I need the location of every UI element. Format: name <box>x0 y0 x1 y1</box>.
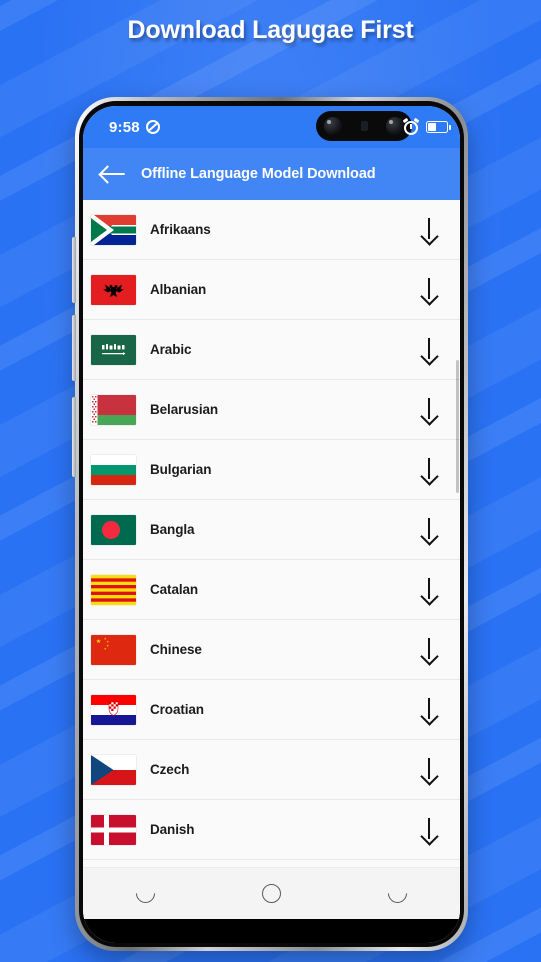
language-name: Czech <box>150 762 190 777</box>
language-row[interactable]: Bulgarian <box>83 440 460 500</box>
language-row[interactable]: Czech <box>83 740 460 800</box>
phone-side-button <box>72 315 76 381</box>
nav-home-button[interactable] <box>254 877 288 911</box>
app-bar: Offline Language Model Download <box>83 148 460 200</box>
scrollbar[interactable] <box>456 200 459 867</box>
page-title: Offline Language Model Download <box>141 166 376 182</box>
download-arrow-icon[interactable] <box>418 577 440 603</box>
download-arrow-icon[interactable] <box>418 817 440 843</box>
language-name: Chinese <box>150 642 202 657</box>
status-clock: 9:58 <box>109 118 140 136</box>
czech-republic-flag <box>91 754 136 785</box>
language-name: Arabic <box>150 342 192 357</box>
saudi-arabia-flag <box>91 334 136 365</box>
dual-punch-hole-camera <box>316 111 412 141</box>
language-row[interactable]: Danish <box>83 800 460 860</box>
camera-lens-icon <box>324 117 342 135</box>
denmark-flag <box>91 814 136 845</box>
download-arrow-icon[interactable] <box>418 337 440 363</box>
language-name: Albanian <box>150 282 207 297</box>
language-name: Catalan <box>150 582 199 597</box>
phone-power-button <box>72 397 76 477</box>
language-row[interactable]: Albanian <box>83 260 460 320</box>
phone-bezel: 9:58 Offline Language Model Download Afr… <box>79 101 464 947</box>
language-row[interactable]: Arabic <box>83 320 460 380</box>
china-flag <box>91 634 136 665</box>
phone-mockup: 9:58 Offline Language Model Download Afr… <box>72 97 468 951</box>
download-arrow-icon[interactable] <box>418 697 440 723</box>
language-row[interactable]: Afrikaans <box>83 200 460 260</box>
scrollbar-thumb[interactable] <box>456 360 459 494</box>
do-not-disturb-icon <box>145 120 160 134</box>
nav-back-button[interactable] <box>380 877 414 911</box>
language-name: Afrikaans <box>150 222 211 237</box>
nav-recents-button[interactable] <box>129 877 163 911</box>
language-row[interactable]: Catalan <box>83 560 460 620</box>
download-arrow-icon[interactable] <box>418 217 440 243</box>
language-name: Bulgarian <box>150 462 212 477</box>
language-row[interactable]: Chinese <box>83 620 460 680</box>
screen-bottom-fill <box>83 919 460 943</box>
back-arrow-icon[interactable] <box>101 165 125 183</box>
camera-lens-icon <box>386 117 404 135</box>
language-list-area[interactable]: Afrikaans Albanian Arabic Belarusian Bul… <box>83 200 460 867</box>
home-icon <box>261 884 281 903</box>
android-nav-bar <box>83 867 460 919</box>
status-bar-right <box>402 117 451 135</box>
battery-icon <box>426 121 451 133</box>
language-name: Croatian <box>150 702 204 717</box>
bangladesh-flag <box>91 514 136 545</box>
download-arrow-icon[interactable] <box>418 397 440 423</box>
download-arrow-icon[interactable] <box>418 757 440 783</box>
bulgaria-flag <box>91 454 136 485</box>
phone-side-button <box>72 237 76 303</box>
language-name: Bangla <box>150 522 195 537</box>
alarm-clock-icon <box>402 117 420 135</box>
status-bar: 9:58 <box>83 106 460 148</box>
download-arrow-icon[interactable] <box>418 277 440 303</box>
language-row[interactable]: Belarusian <box>83 380 460 440</box>
language-row[interactable]: Bangla <box>83 500 460 560</box>
south-africa-flag <box>91 214 136 245</box>
download-arrow-icon[interactable] <box>418 517 440 543</box>
phone-screen: 9:58 Offline Language Model Download Afr… <box>83 106 460 943</box>
language-row[interactable]: Croatian <box>83 680 460 740</box>
language-list: Afrikaans Albanian Arabic Belarusian Bul… <box>83 200 460 860</box>
back-icon <box>383 880 411 907</box>
download-arrow-icon[interactable] <box>418 637 440 663</box>
promo-headline: Download Lagugae First <box>127 16 414 44</box>
catalonia-flag <box>91 574 136 605</box>
camera-sensor-icon <box>360 121 368 131</box>
albania-flag <box>91 274 136 305</box>
recents-icon <box>132 880 160 907</box>
belarus-flag <box>91 394 136 425</box>
croatia-flag <box>91 694 136 725</box>
download-arrow-icon[interactable] <box>418 457 440 483</box>
status-bar-left: 9:58 <box>109 119 160 136</box>
language-name: Belarusian <box>150 402 219 417</box>
language-name: Danish <box>150 822 195 837</box>
